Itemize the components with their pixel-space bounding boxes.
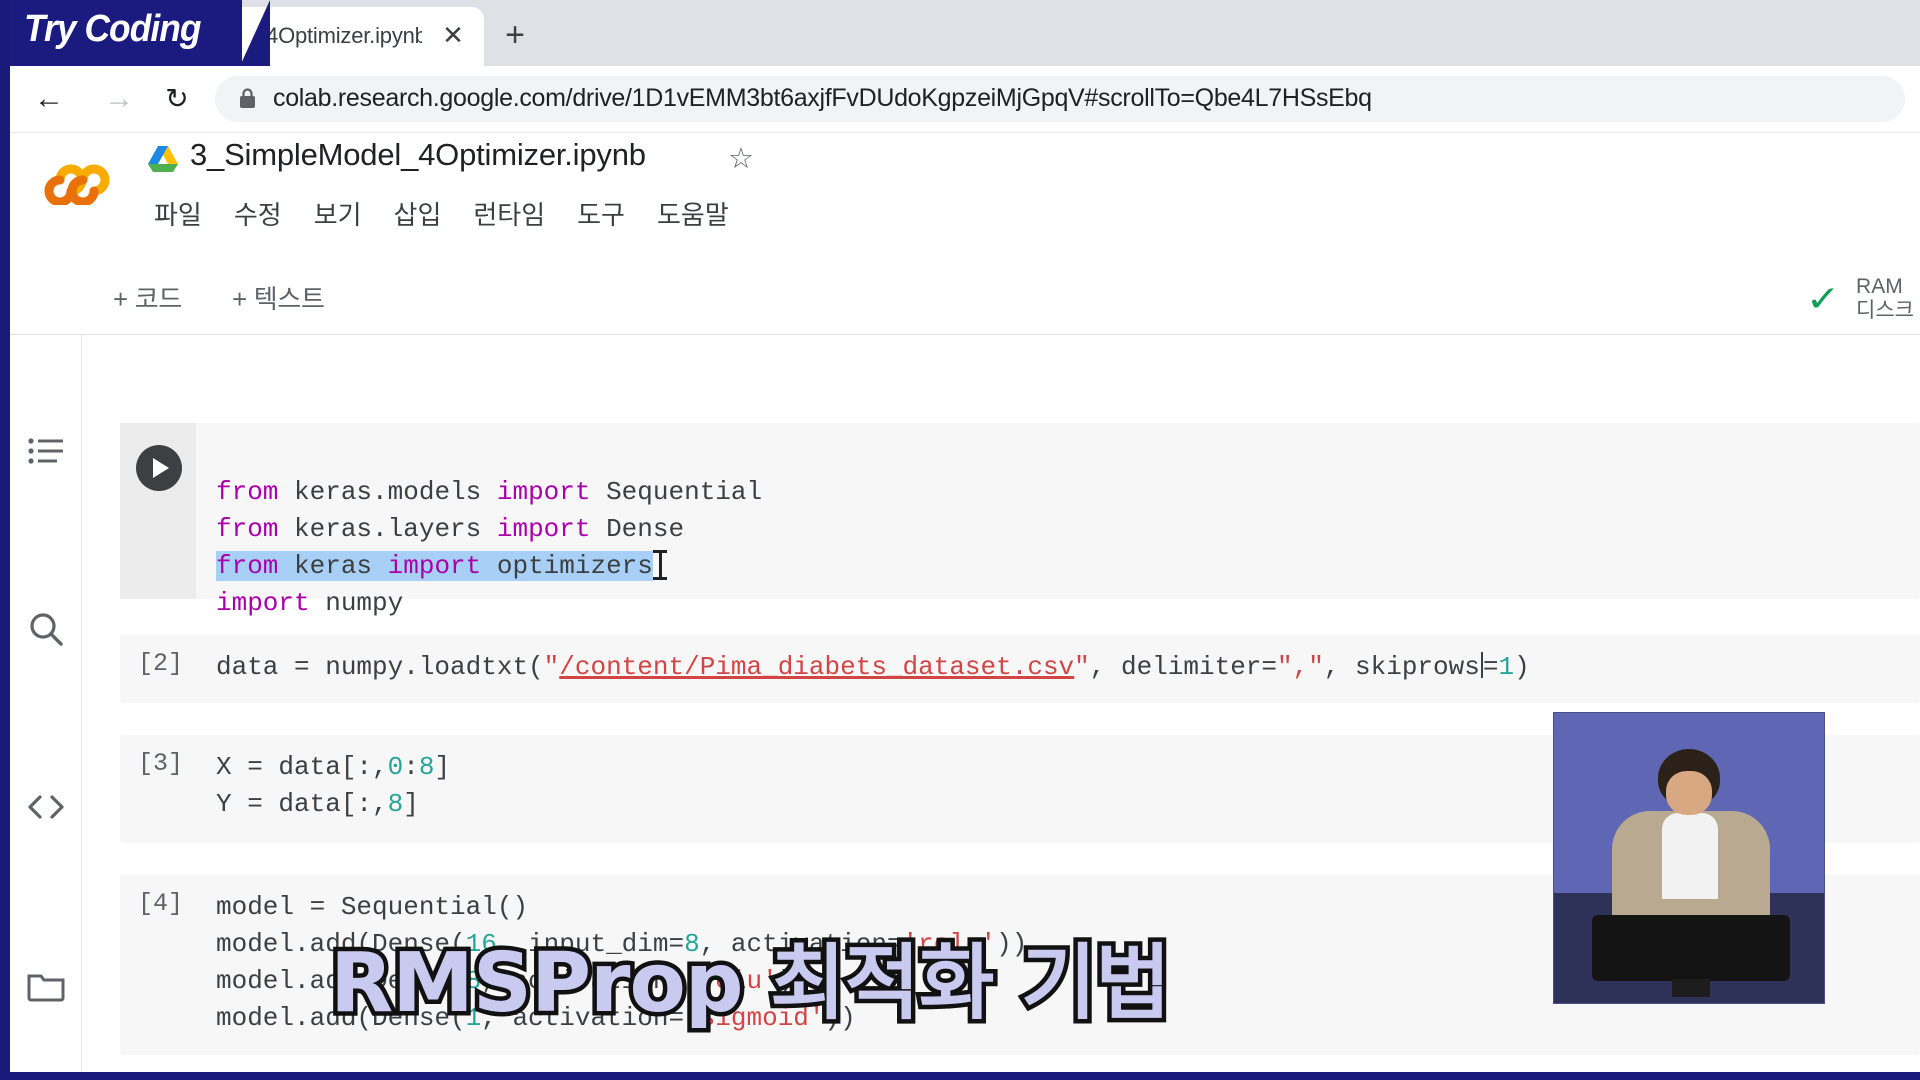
cell-source[interactable]: data = numpy.loadtxt("/content/Pima_diab… <box>216 649 1530 686</box>
execution-count: [4] <box>138 889 184 918</box>
colab-header: 3_SimpleModel_4Optimizer.ipynb ☆ 파일 수정 보… <box>10 133 1920 263</box>
cell-source[interactable]: X = data[:,0:8] Y = data[:,8] <box>216 749 450 823</box>
code-cell[interactable]: [2] data = numpy.loadtxt("/content/Pima_… <box>120 635 1920 703</box>
forward-arrow-icon[interactable]: → <box>98 78 140 120</box>
search-icon[interactable] <box>24 607 68 651</box>
menu-item-tools[interactable]: 도구 <box>561 191 641 236</box>
execution-count: [2] <box>138 649 184 678</box>
text-cursor-icon <box>652 550 667 580</box>
browser-address-bar-row: ← → ↻ colab.research.google.com/drive/1D… <box>10 66 1920 132</box>
colab-logo-icon <box>44 164 110 205</box>
code-brackets-icon[interactable] <box>24 785 68 829</box>
colab-menu-bar: 파일 수정 보기 삽입 런타임 도구 도움말 <box>138 191 745 236</box>
frame-bottom-band <box>0 1072 1920 1080</box>
add-code-cell-button[interactable]: + 코드 <box>113 279 182 316</box>
colab-toolbar: + 코드 + 텍스트 ✓ RAM 디스크 <box>10 263 1920 335</box>
channel-brand-text: Try Coding <box>24 8 201 50</box>
webcam-monitor <box>1592 915 1790 981</box>
runtime-connection-status[interactable]: ✓ RAM 디스크 <box>1805 269 1914 329</box>
back-arrow-icon[interactable]: ← <box>28 78 70 120</box>
list-icon[interactable] <box>24 429 68 473</box>
reload-icon[interactable]: ↻ <box>156 78 198 120</box>
menu-item-help[interactable]: 도움말 <box>641 191 745 236</box>
webcam-person-face <box>1666 771 1712 815</box>
cell-source[interactable]: model = Sequential() model.add(Dense(16,… <box>216 889 1027 1037</box>
notebook-title[interactable]: 3_SimpleModel_4Optimizer.ipynb <box>190 137 646 173</box>
menu-item-runtime[interactable]: 런타임 <box>457 191 561 236</box>
lock-icon <box>240 88 255 108</box>
menu-item-insert[interactable]: 삽입 <box>378 191 458 236</box>
execution-count: [3] <box>138 749 184 778</box>
code-cell[interactable]: from keras.models import Sequential from… <box>120 423 1920 618</box>
webcam-person-shirt <box>1662 813 1718 899</box>
new-tab-button[interactable]: + <box>497 18 533 54</box>
star-icon[interactable]: ☆ <box>728 141 754 176</box>
webcam-monitor-stand <box>1672 979 1710 997</box>
video-frame: _4Optimizer.ipynb ✕ + Try Coding ← → ↻ c… <box>0 0 1920 1080</box>
cell-source[interactable]: from keras.models import Sequential from… <box>216 437 762 659</box>
close-icon[interactable]: ✕ <box>440 22 466 49</box>
menu-item-edit[interactable]: 수정 <box>218 191 298 236</box>
add-text-cell-button[interactable]: + 텍스트 <box>232 279 325 316</box>
run-cell-button[interactable] <box>136 445 182 491</box>
resource-usage-labels: RAM 디스크 <box>1856 275 1914 323</box>
colab-left-rail <box>10 335 82 1074</box>
browser-tab-strip: _4Optimizer.ipynb ✕ + Try Coding <box>10 0 1920 66</box>
folder-icon[interactable] <box>24 963 68 1007</box>
check-icon: ✓ <box>1805 278 1841 319</box>
menu-item-view[interactable]: 보기 <box>298 191 378 236</box>
browser-tab-title: _4Optimizer.ipynb <box>254 23 422 48</box>
presenter-webcam <box>1553 712 1825 1004</box>
menu-item-file[interactable]: 파일 <box>138 191 218 236</box>
disk-label: 디스크 <box>1856 299 1914 322</box>
url-omnibox[interactable]: colab.research.google.com/drive/1D1vEMM3… <box>215 76 1905 122</box>
ram-label: RAM <box>1856 274 1903 298</box>
url-text: colab.research.google.com/drive/1D1vEMM3… <box>273 84 1372 112</box>
drive-icon <box>148 146 178 172</box>
channel-brand-badge: Try Coding <box>10 0 270 66</box>
cell-gutter <box>120 423 196 599</box>
